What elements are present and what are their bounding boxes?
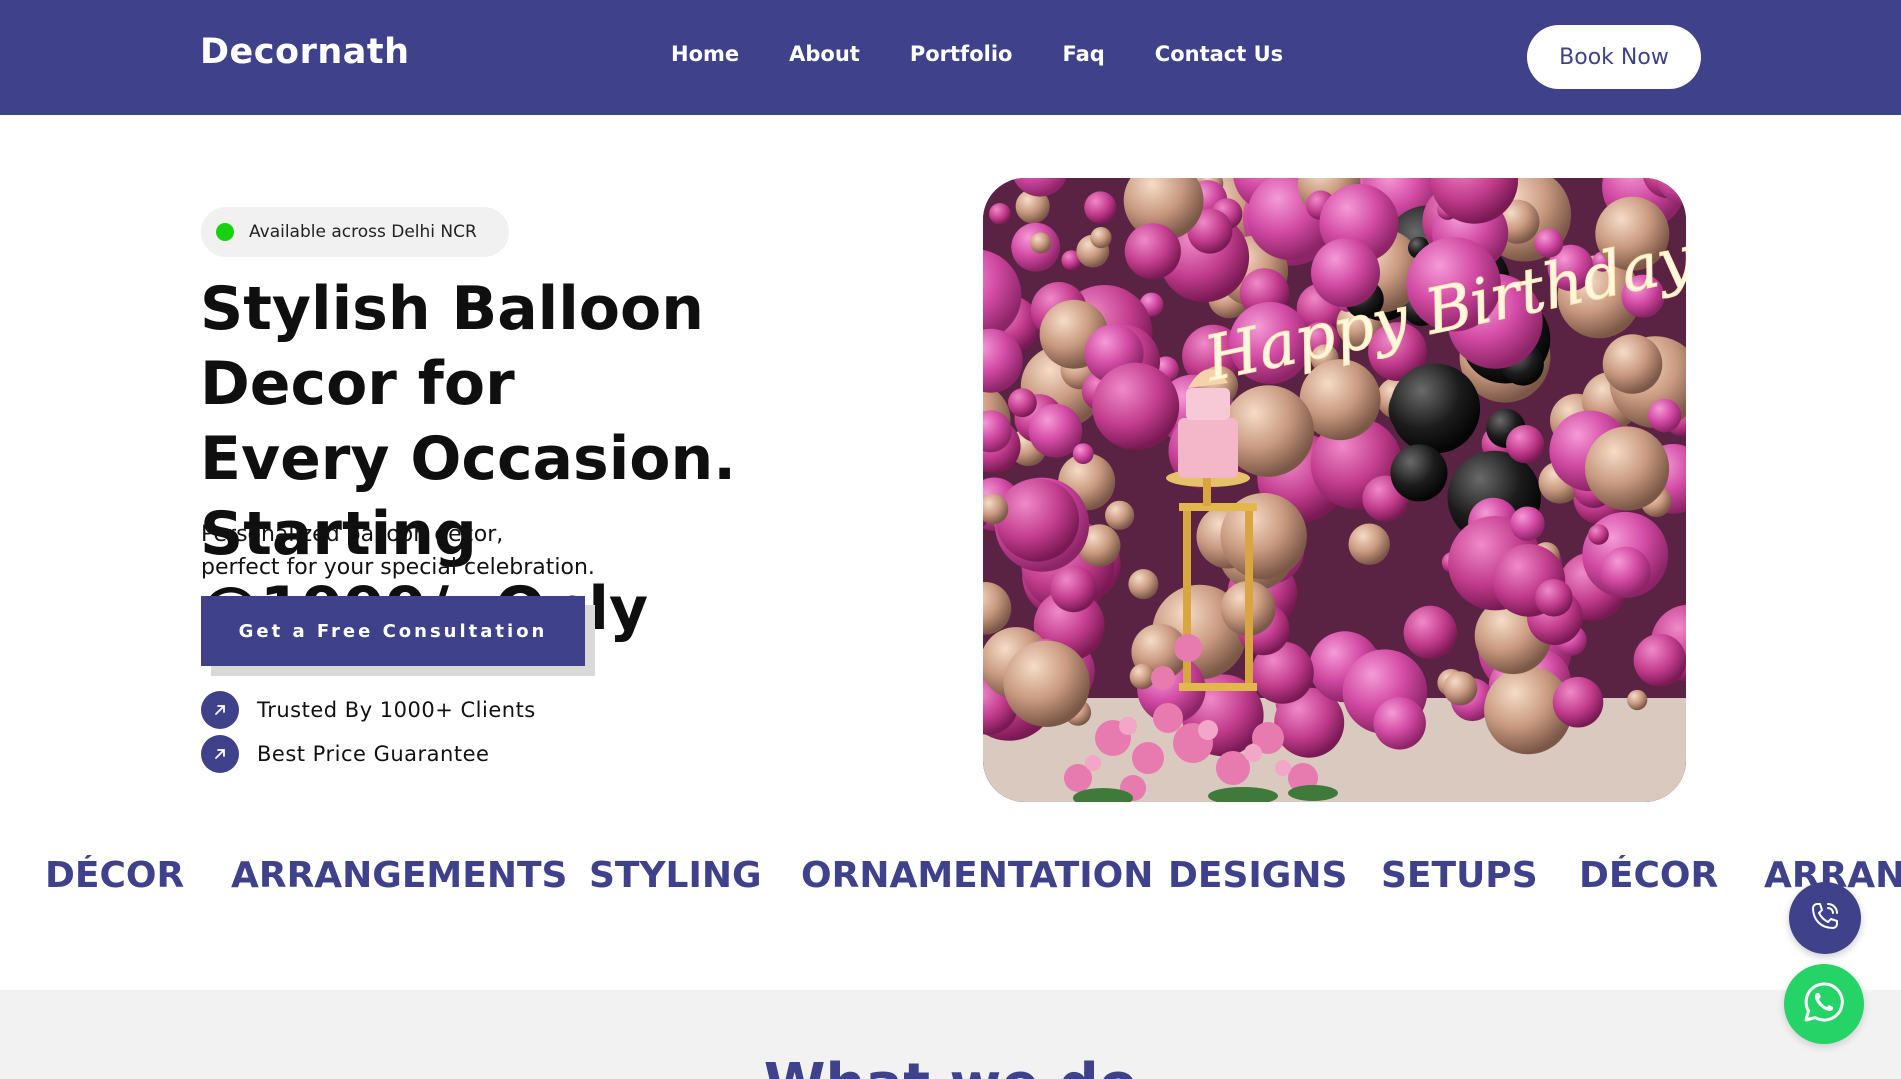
marquee-item: DÉCOR xyxy=(45,855,185,896)
balloon xyxy=(1552,676,1604,728)
section-title: What we do xyxy=(0,1052,1901,1079)
balloon xyxy=(1506,425,1545,464)
balloon xyxy=(1128,569,1159,600)
whatsapp-icon xyxy=(1800,978,1848,1030)
marquee-item: SETUPS xyxy=(1381,855,1538,896)
nav-faq[interactable]: Faq xyxy=(1062,42,1104,66)
balloon xyxy=(1124,223,1181,280)
what-we-do-section: What we do xyxy=(0,990,1901,1079)
balloon xyxy=(1390,444,1448,502)
balloon xyxy=(1403,605,1457,660)
whatsapp-button[interactable] xyxy=(1784,964,1864,1044)
balloon xyxy=(1084,191,1117,224)
marquee-item: DÉCOR xyxy=(1579,855,1719,896)
nav-home[interactable]: Home xyxy=(671,42,739,66)
headline-line: Stylish Balloon Decor for xyxy=(200,274,704,419)
main-nav: Home About Portfolio Faq Contact Us xyxy=(671,42,1333,66)
balloon xyxy=(1003,640,1090,727)
call-button[interactable] xyxy=(1789,882,1861,954)
balloon xyxy=(1588,524,1609,545)
status-dot xyxy=(216,223,234,241)
feature-item: Trusted By 1000+ Clients xyxy=(201,691,536,729)
availability-badge: Available across Delhi NCR xyxy=(201,207,509,257)
balloon xyxy=(1602,334,1663,394)
balloon xyxy=(1633,633,1686,687)
feature-label: Best Price Guarantee xyxy=(257,742,490,766)
marquee-item: ORNAMENTATION xyxy=(801,855,1154,896)
balloon xyxy=(1535,579,1573,617)
hero-subtext: Personalized balloon decor, perfect for … xyxy=(201,518,721,584)
balloon xyxy=(989,203,1011,225)
marquee-item: DESIGNS xyxy=(1168,855,1348,896)
balloon xyxy=(1390,363,1481,454)
balloon xyxy=(1627,689,1648,711)
availability-text: Available across Delhi NCR xyxy=(249,222,477,242)
balloon xyxy=(1373,697,1426,750)
balloon xyxy=(1510,506,1545,541)
services-marquee: DÉCOR ARRANGEMENTS STYLING ORNAMENTATION… xyxy=(0,855,1901,915)
balloon xyxy=(1105,500,1135,530)
arrow-up-right-icon xyxy=(201,735,239,773)
balloon xyxy=(1647,398,1682,433)
marquee-item: STYLING xyxy=(589,855,762,896)
balloon xyxy=(1072,443,1094,464)
feature-label: Trusted By 1000+ Clients xyxy=(257,698,536,722)
phone-call-icon xyxy=(1805,896,1845,940)
balloon xyxy=(1008,388,1037,418)
balloon xyxy=(995,478,1079,562)
balloon xyxy=(1585,426,1670,511)
balloon xyxy=(1348,523,1390,565)
hero-headline: Stylish Balloon Decor for Every Occasion… xyxy=(200,272,920,647)
subtext-line: perfect for your special celebration. xyxy=(201,555,595,580)
balloon xyxy=(1050,565,1097,613)
balloon xyxy=(1090,227,1112,249)
feature-item: Best Price Guarantee xyxy=(201,735,489,773)
arrow-up-right-icon xyxy=(201,691,239,729)
hero-image: Happy Birthday xyxy=(983,178,1686,802)
book-now-button[interactable]: Book Now xyxy=(1527,25,1701,89)
free-consultation-button[interactable]: Get a Free Consultation xyxy=(201,596,585,666)
balloon xyxy=(1443,671,1478,706)
nav-contact[interactable]: Contact Us xyxy=(1155,42,1283,66)
site-header: Decornath Home About Portfolio Faq Conta… xyxy=(0,0,1901,115)
balloon xyxy=(1030,232,1052,254)
nav-portfolio[interactable]: Portfolio xyxy=(910,42,1013,66)
balloon-wall-illustration: Happy Birthday xyxy=(983,178,1686,802)
nav-about[interactable]: About xyxy=(789,42,860,66)
balloon xyxy=(1600,546,1651,597)
brand-logo[interactable]: Decornath xyxy=(200,32,410,72)
subtext-line: Personalized balloon decor, xyxy=(201,522,504,547)
marquee-item: ARRANGEMENTS xyxy=(231,855,568,896)
balloon xyxy=(1092,362,1180,450)
